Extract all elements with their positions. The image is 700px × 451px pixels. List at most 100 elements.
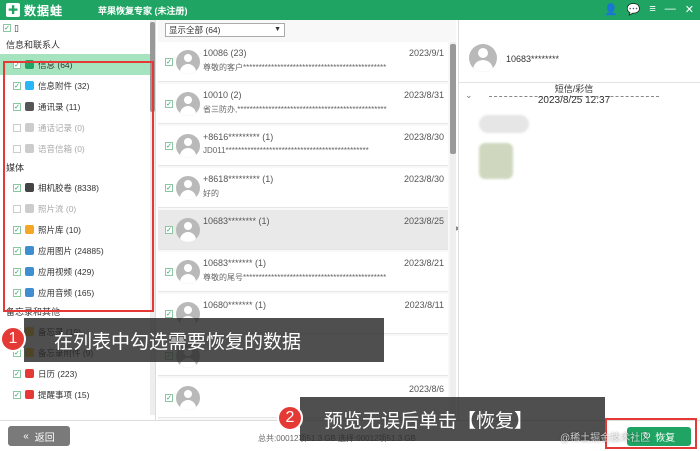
- section-header: 信息和联系人: [6, 40, 61, 50]
- phone-icon: [25, 123, 34, 132]
- filter-select[interactable]: 显示全部 (64) ▼: [165, 23, 285, 37]
- message-checkbox[interactable]: ✓: [165, 142, 173, 150]
- message-date: 2023/9/1: [408, 48, 444, 58]
- chat-icon[interactable]: 💬: [627, 3, 641, 16]
- category-label: 通话记录 (0): [38, 122, 85, 133]
- logo-icon: ✚: [6, 3, 20, 17]
- message-sender: 10680******* (1): [203, 300, 267, 310]
- category-checkbox[interactable]: ✓: [13, 246, 21, 255]
- category-item[interactable]: ✓ 信息附件 (32): [0, 75, 155, 96]
- message-row[interactable]: ✓ 10683******** (1) 2023/8/25: [158, 210, 448, 250]
- category-label: 信息附件 (32): [38, 80, 90, 91]
- photo-library-icon: [25, 225, 34, 234]
- image-bubble: [479, 143, 513, 179]
- category-label: 通讯录 (11): [38, 101, 81, 112]
- avatar: [176, 92, 200, 116]
- category-checkbox[interactable]: ✓: [13, 369, 21, 378]
- filter-value: 显示全部 (64): [169, 25, 221, 35]
- callout-step1-text: 在列表中勾选需要恢复的数据: [54, 331, 302, 353]
- avatar: [176, 260, 200, 284]
- device-checkbox[interactable]: ✓: [3, 24, 11, 32]
- message-row[interactable]: ✓ +8618********* (1) 2023/8/30 好的: [158, 168, 448, 208]
- contacts-icon: [25, 102, 34, 111]
- message-date: 2023/8/31: [403, 90, 444, 100]
- category-item[interactable]: ✓ 信息 (64): [0, 54, 155, 75]
- message-row[interactable]: ✓ 10086 (23) 2023/9/1 尊敬的客户****************…: [158, 42, 448, 82]
- message-checkbox[interactable]: ✓: [165, 268, 173, 276]
- category-item[interactable]: ✓ 提醒事项 (15): [0, 384, 155, 405]
- scroll-thumb[interactable]: [450, 44, 456, 154]
- category-label: 语音信箱 (0): [38, 143, 85, 154]
- category-item[interactable]: ✓ 通话记录 (0): [0, 117, 155, 138]
- message-checkbox[interactable]: ✓: [165, 226, 173, 234]
- chevron-down-icon: ▼: [274, 26, 281, 33]
- message-row[interactable]: ✓ 10683******* (1) 2023/8/21 尊敬的尾号*********…: [158, 252, 448, 292]
- category-checkbox[interactable]: ✓: [13, 204, 21, 213]
- category-item[interactable]: ✓ 通讯录 (11): [0, 96, 155, 117]
- app-logo: ✚ 数据蛙: [0, 2, 90, 19]
- menu-icon[interactable]: ≡: [649, 3, 655, 16]
- reminder-icon: [25, 390, 34, 399]
- chevron-down-icon[interactable]: ⌄: [465, 90, 473, 101]
- category-checkbox[interactable]: ✓: [13, 183, 21, 192]
- message-sender: +8616********* (1): [203, 132, 274, 142]
- message-preview: 尊敬的尾号***********************************…: [203, 273, 387, 282]
- category-item[interactable]: ✓ 应用视频 (429): [0, 261, 155, 282]
- category-label: 照片流 (0): [38, 203, 77, 214]
- message-sender: 10683******* (1): [203, 258, 267, 268]
- step1-badge: 1: [0, 326, 26, 352]
- back-button[interactable]: « 返回: [8, 426, 70, 446]
- message-checkbox[interactable]: ✓: [165, 58, 173, 66]
- message-sender: 10010 (2): [203, 90, 242, 100]
- category-checkbox[interactable]: ✓: [13, 123, 21, 132]
- message-checkbox[interactable]: ✓: [165, 100, 173, 108]
- category-item[interactable]: ✓ 相机胶卷 (8338): [0, 177, 155, 198]
- category-item[interactable]: ✓ 照片流 (0): [0, 198, 155, 219]
- category-item[interactable]: ✓ 应用音频 (165): [0, 282, 155, 303]
- step2-badge: 2: [277, 405, 303, 431]
- app-image-icon: [25, 246, 34, 255]
- message-row[interactable]: ✓ 10010 (2) 2023/8/31 省三防办,****************…: [158, 84, 448, 124]
- category-item[interactable]: ✓ 应用图片 (24885): [0, 240, 155, 261]
- category-label: 照片库 (10): [38, 224, 81, 235]
- callout-step2-text: 预览无误后单击【恢复】: [324, 410, 534, 432]
- restore-label: 恢复: [655, 433, 676, 444]
- voicemail-icon: [25, 144, 34, 153]
- message-sender: 10086 (23): [203, 48, 247, 58]
- category-checkbox[interactable]: ✓: [13, 288, 21, 297]
- avatar: [176, 50, 200, 74]
- message-checkbox[interactable]: ✓: [165, 394, 173, 402]
- category-label: 信息 (64): [38, 59, 73, 70]
- scroll-thumb[interactable]: [150, 22, 155, 112]
- category-checkbox[interactable]: ✓: [13, 81, 21, 90]
- message-preview: JD011***********************************…: [203, 146, 369, 155]
- category-item[interactable]: ✓ 日历 (223): [0, 363, 155, 384]
- category-checkbox[interactable]: ✓: [13, 60, 21, 69]
- attachment-icon: [25, 81, 34, 90]
- message-datetime: 2023/8/25 12:37: [537, 95, 611, 106]
- category-checkbox[interactable]: ✓: [13, 390, 21, 399]
- category-item[interactable]: ✓ 照片库 (10): [0, 219, 155, 240]
- app-video-icon: [25, 267, 34, 276]
- close-icon[interactable]: ✕: [685, 3, 694, 16]
- category-checkbox[interactable]: ✓: [13, 225, 21, 234]
- app-title: 苹果恢复专家 (未注册): [98, 5, 188, 16]
- message-row[interactable]: ✓ +8616********* (1) 2023/8/30 JD011*******…: [158, 126, 448, 166]
- category-checkbox[interactable]: ✓: [13, 144, 21, 153]
- window-controls: 👤 💬 ≡ — ✕: [604, 3, 694, 16]
- category-label: 提醒事项 (15): [38, 389, 90, 400]
- category-label: 应用音频 (165): [38, 287, 95, 298]
- category-checkbox[interactable]: ✓: [13, 267, 21, 276]
- device-row[interactable]: ✓ ▯: [0, 20, 155, 36]
- category-item[interactable]: ✓ 语音信箱 (0): [0, 138, 155, 159]
- minimize-icon[interactable]: —: [665, 3, 676, 16]
- contact-number: 10683********: [506, 54, 560, 64]
- category-checkbox[interactable]: ✓: [13, 102, 21, 111]
- user-icon[interactable]: 👤: [604, 3, 618, 16]
- preview-panel: 10683******** ⌄ 短信/彩信 2023/8/25 12:37: [458, 20, 700, 420]
- message-checkbox[interactable]: ✓: [165, 184, 173, 192]
- avatar: [176, 176, 200, 200]
- device-icon: ▯: [14, 22, 19, 33]
- message-checkbox[interactable]: ✓: [165, 310, 173, 318]
- category-label: 应用视频 (429): [38, 266, 95, 277]
